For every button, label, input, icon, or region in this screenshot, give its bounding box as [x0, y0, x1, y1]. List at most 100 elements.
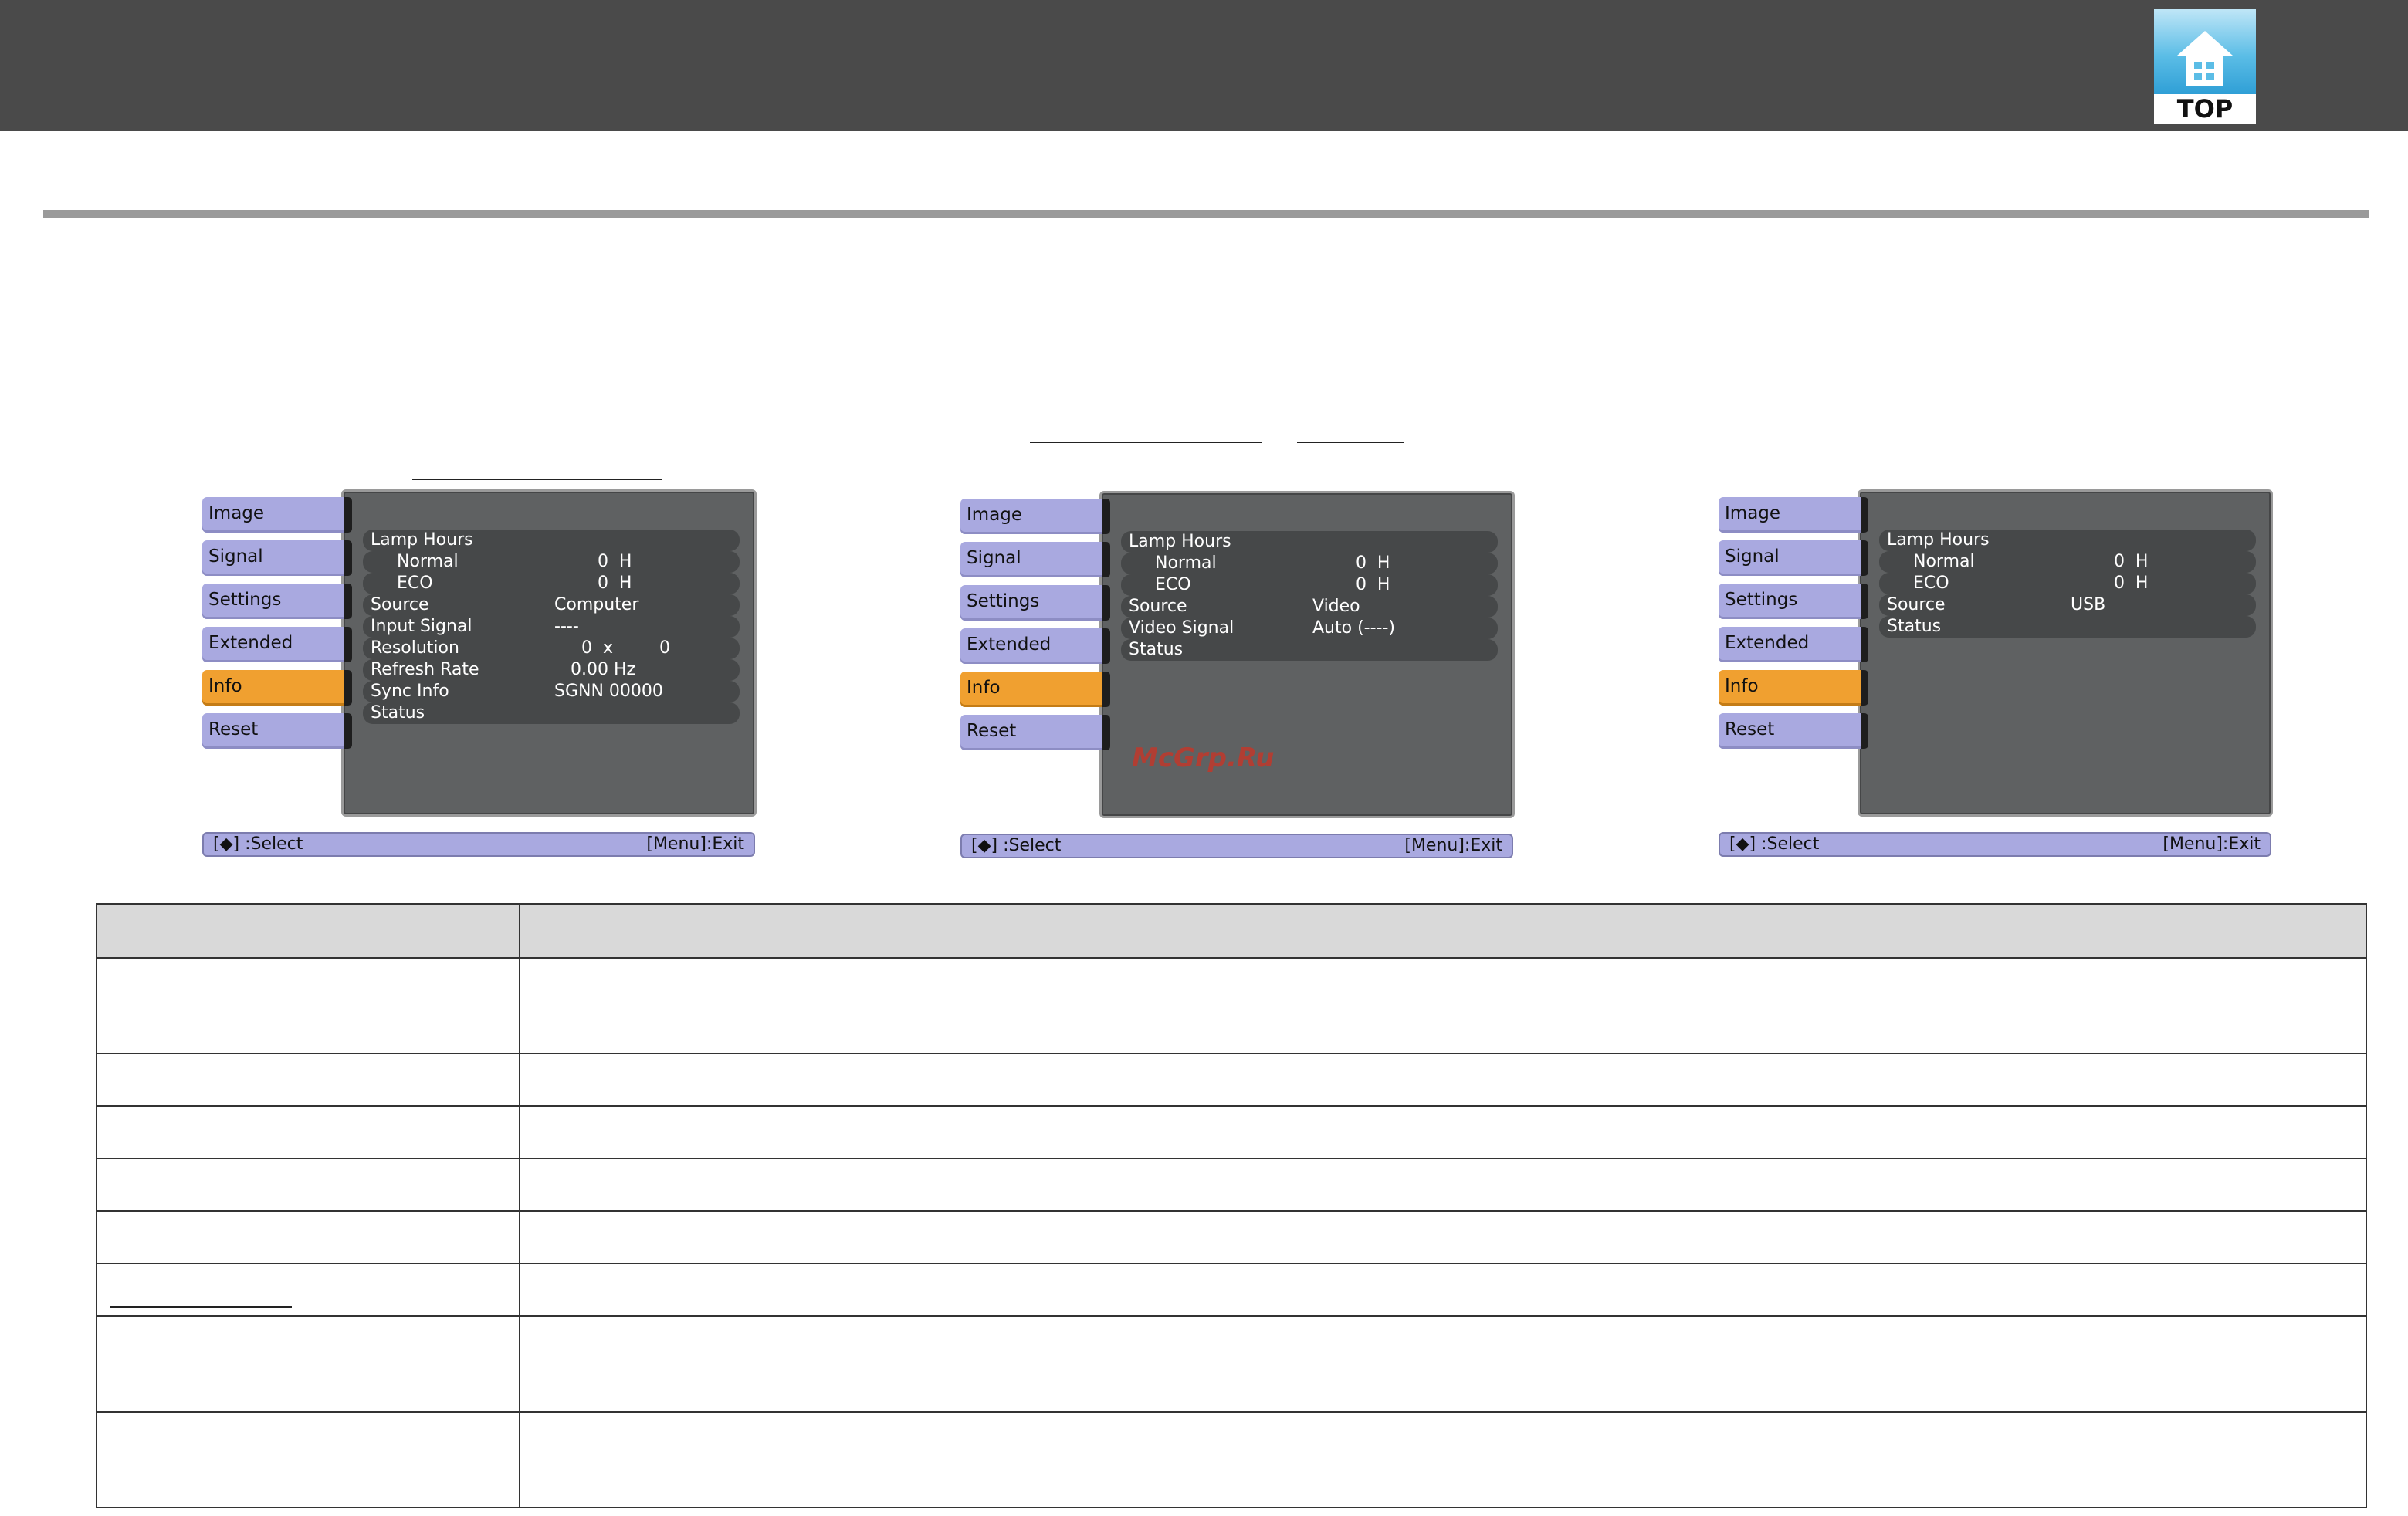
menu-tab-reset[interactable]: Reset [960, 715, 1104, 750]
menu-tab-info[interactable]: Info [202, 670, 346, 706]
tab-connector [1861, 540, 1868, 576]
table-row [96, 1105, 2367, 1159]
menu-tab-image[interactable]: Image [960, 499, 1104, 534]
table-cell [96, 1411, 520, 1508]
info-row-label: Video Signal [1129, 618, 1234, 638]
info-menu-computer: Image Signal Settings Extended Info Reset Lam… [202, 489, 758, 868]
info-row-value: Video [1312, 597, 1360, 616]
info-row-label: Status [1887, 617, 1942, 636]
menu-tab-signal[interactable]: Signal [960, 542, 1104, 577]
menu-tab-image[interactable]: Image [1719, 497, 1862, 533]
table-cell [519, 1315, 2367, 1413]
info-row-value: 0 H [2071, 552, 2149, 571]
info-row-label: Refresh Rate [371, 660, 479, 679]
footer-exit-hint: [Menu]:Exit [1404, 836, 1502, 855]
section-divider [43, 210, 2369, 218]
menu-footer: [◆] :Select [Menu]:Exit [202, 832, 755, 857]
table-cell [519, 1263, 2367, 1317]
footer-exit-hint: [Menu]:Exit [646, 834, 744, 854]
info-row: Source Computer [363, 594, 740, 616]
footer-exit-hint: [Menu]:Exit [2162, 834, 2261, 854]
table-cell [519, 1053, 2367, 1107]
menu-tab-label: Image [208, 503, 265, 523]
menu-tab-label: Settings [208, 590, 282, 610]
info-row: Normal 0 H [1121, 553, 1498, 574]
info-row-value: 0 H [554, 552, 632, 571]
tab-connector [1861, 497, 1868, 533]
menu-tab-extended[interactable]: Extended [1719, 627, 1862, 662]
menu-tab-label: Settings [1725, 590, 1798, 610]
footer-select-hint: [◆] :Select [971, 836, 1062, 855]
footer-select-hint: [◆] :Select [213, 834, 303, 854]
tab-connector [1102, 628, 1110, 664]
table-row [96, 1315, 2367, 1413]
table-cell [96, 1263, 520, 1317]
link-underline[interactable] [412, 479, 662, 480]
info-row: Status [1879, 616, 2256, 638]
menu-tab-settings[interactable]: Settings [960, 585, 1104, 621]
menu-footer: [◆] :Select [Menu]:Exit [1719, 832, 2271, 857]
tab-connector [1861, 713, 1868, 749]
menu-tab-signal[interactable]: Signal [202, 540, 346, 576]
watermark: McGrp.Ru [1132, 743, 1275, 773]
info-row-label: Lamp Hours [371, 530, 473, 550]
menu-tab-image[interactable]: Image [202, 497, 346, 533]
menu-tab-label: Image [967, 505, 1023, 525]
menu-tab-reset[interactable]: Reset [202, 713, 346, 749]
tab-connector [1102, 585, 1110, 621]
info-row-label: Normal [397, 552, 459, 571]
menu-tab-extended[interactable]: Extended [960, 628, 1104, 664]
info-row: ECO 0 H [1121, 574, 1498, 596]
menu-tab-signal[interactable]: Signal [1719, 540, 1862, 576]
info-row-value: 0 H [1312, 575, 1390, 594]
info-row-label: Input Signal [371, 617, 472, 636]
menu-tab-reset[interactable]: Reset [1719, 713, 1862, 749]
top-home-button[interactable]: TOP [2154, 9, 2256, 124]
menu-tab-label: Settings [967, 591, 1040, 611]
table-cell [96, 903, 520, 959]
table-cell [96, 1158, 520, 1212]
info-row-value: ---- [554, 617, 579, 636]
info-row-label: Lamp Hours [1129, 532, 1231, 551]
table-cell [96, 1315, 520, 1413]
info-row-value: 0 H [2071, 574, 2149, 593]
menu-tab-label: Extended [1725, 633, 1810, 653]
house-icon [2154, 9, 2256, 94]
menu-tab-label: Reset [1725, 719, 1775, 739]
table-cell [96, 1210, 520, 1264]
menu-tab-settings[interactable]: Settings [1719, 584, 1862, 619]
tab-connector [344, 670, 352, 706]
info-row-value: 0 H [554, 574, 632, 593]
tab-connector [1102, 715, 1110, 750]
info-row: Status [1121, 639, 1498, 661]
info-row-value: 0 H [1312, 553, 1390, 573]
menu-tab-extended[interactable]: Extended [202, 627, 346, 662]
info-row: Refresh Rate 0.00 Hz [363, 659, 740, 681]
menu-tab-settings[interactable]: Settings [202, 584, 346, 619]
tab-connector [1102, 499, 1110, 534]
table-cell [96, 1053, 520, 1107]
info-row: Sync Info SGNN 00000 [363, 681, 740, 702]
info-row: Lamp Hours [1121, 531, 1498, 553]
table-row [96, 1210, 2367, 1264]
info-row: Video Signal Auto (----) [1121, 618, 1498, 639]
info-row-label: ECO [1155, 575, 1191, 594]
info-menu-video: Image Signal Settings Extended Info Reset Lam… [960, 491, 1516, 869]
menu-tab-info[interactable]: Info [960, 672, 1104, 707]
info-row-value: SGNN 00000 [554, 682, 663, 701]
info-rows: Lamp Hours Normal 0 H ECO 0 H Source Compute… [363, 530, 740, 724]
info-row: Input Signal ---- [363, 616, 740, 638]
menu-tab-info[interactable]: Info [1719, 670, 1862, 706]
footer-select-hint: [◆] :Select [1729, 834, 1820, 854]
info-row: Source USB [1879, 594, 2256, 616]
link-underline[interactable] [1297, 442, 1404, 443]
menu-tab-label: Extended [208, 633, 293, 653]
table-row [96, 1158, 2367, 1212]
top-label: TOP [2176, 94, 2234, 124]
table-row [96, 957, 2367, 1054]
info-rows: Lamp Hours Normal 0 H ECO 0 H Source USB Stat… [1879, 530, 2256, 638]
link-underline[interactable] [110, 1306, 292, 1308]
menu-tab-label: Signal [967, 548, 1021, 568]
link-underline[interactable] [1030, 442, 1262, 443]
info-row-value-secondary: 0 [659, 638, 670, 658]
